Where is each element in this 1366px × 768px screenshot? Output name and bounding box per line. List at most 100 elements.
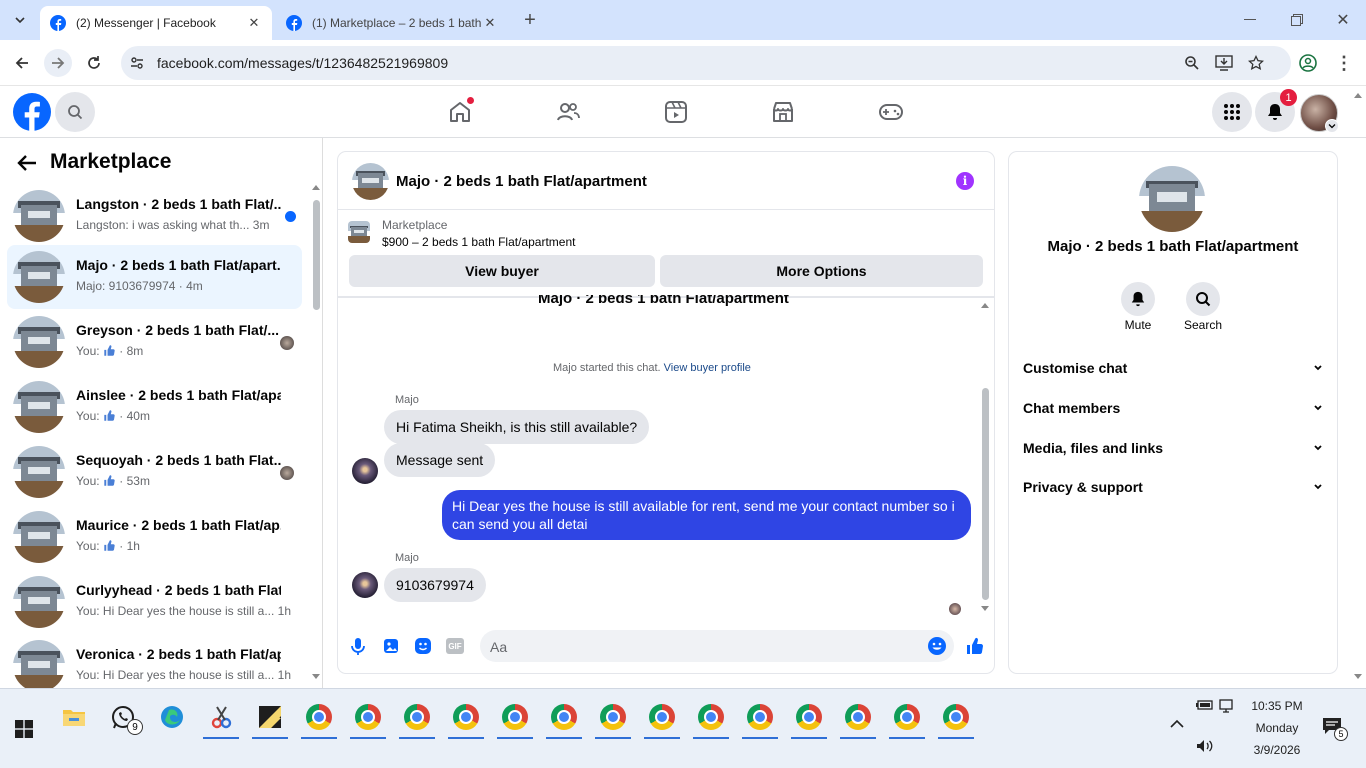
chat-scrollbar[interactable] (982, 388, 989, 600)
conversation-item[interactable]: Maurice · 2 beds 1 bath Flat/ap... You: ·… (7, 505, 302, 569)
emoji-icon[interactable] (928, 637, 946, 655)
conversation-info-icon[interactable]: i (956, 172, 974, 190)
clock-day[interactable]: Monday (1244, 721, 1310, 735)
scroll-down-arrow[interactable] (981, 606, 989, 614)
chrome-icon[interactable] (691, 697, 731, 739)
conversation-item[interactable]: Curlyyhead · 2 beds 1 bath Flat/... You: … (7, 570, 302, 634)
site-info-icon[interactable] (129, 55, 145, 71)
video-icon[interactable] (663, 99, 689, 125)
chrome-icon[interactable] (299, 697, 339, 739)
contact-avatar[interactable] (1139, 166, 1205, 232)
message-input[interactable]: Aa (480, 630, 954, 662)
tab-marketplace[interactable]: (1) Marketplace – 2 beds 1 bath ✕ (276, 6, 508, 40)
chrome-icon[interactable] (838, 697, 878, 739)
close-tab-icon[interactable]: ✕ (246, 15, 262, 31)
chrome-icon[interactable] (936, 697, 976, 739)
microphone-icon[interactable] (350, 636, 366, 656)
chrome-icon[interactable] (544, 697, 584, 739)
conversation-item[interactable]: Veronica · 2 beds 1 bath Flat/ap... You: … (7, 634, 302, 688)
marketplace-icon[interactable] (770, 99, 796, 125)
whatsapp-icon[interactable]: 9 (103, 697, 143, 737)
thumbs-up-icon[interactable] (965, 636, 985, 656)
buyer-avatar[interactable] (352, 572, 378, 598)
home-icon[interactable] (447, 97, 474, 125)
back-arrow-icon[interactable] (10, 51, 34, 75)
clock-date[interactable]: 3/9/2026 (1244, 743, 1310, 757)
browser-menu-icon[interactable]: ⋮ (1332, 51, 1356, 75)
conversation-list-scrollbar[interactable] (313, 200, 320, 310)
conversation-item[interactable]: Greyson · 2 beds 1 bath Flat/... You: · 8… (7, 310, 302, 374)
conversation-item[interactable]: Ainslee · 2 beds 1 bath Flat/apa... You: … (7, 375, 302, 439)
zoom-icon[interactable] (1183, 54, 1201, 72)
incoming-message[interactable]: Message sent (384, 443, 496, 477)
incoming-message[interactable]: 9103679974 (384, 568, 486, 602)
outgoing-message[interactable]: Hi Dear yes the house is still available… (442, 490, 971, 540)
page-scroll-down-arrow[interactable] (1354, 674, 1362, 682)
notifications-bell-icon[interactable]: 1 (1255, 89, 1297, 132)
scroll-down-arrow[interactable] (312, 674, 320, 682)
forward-arrow-icon[interactable] (44, 49, 72, 77)
photo-icon[interactable] (382, 637, 400, 655)
chrome-icon[interactable] (642, 697, 682, 739)
volume-icon[interactable] (1196, 739, 1214, 755)
edge-browser-icon[interactable] (152, 697, 192, 737)
listing-price[interactable]: $900 – 2 beds 1 bath Flat/apartment (382, 235, 575, 249)
file-explorer-icon[interactable] (54, 697, 94, 737)
tray-overflow-chevron-icon[interactable] (1170, 719, 1188, 737)
sticky-notes-icon[interactable] (250, 697, 290, 739)
profile-icon[interactable] (1296, 51, 1320, 75)
conversation-item[interactable]: Majo · 2 beds 1 bath Flat/apart... Majo: … (7, 245, 302, 309)
menu-grid-icon[interactable] (1212, 92, 1252, 132)
conversation-item[interactable]: Langston · 2 beds 1 bath Flat/... Langsto… (7, 184, 302, 248)
conversation-item[interactable]: Sequoyah · 2 beds 1 bath Flat... You: · 5… (7, 440, 302, 504)
account-avatar[interactable] (1300, 94, 1339, 133)
incoming-message[interactable]: Hi Fatima Sheikh, is this still availabl… (384, 410, 650, 444)
search-icon[interactable] (55, 92, 95, 132)
chrome-icon[interactable] (887, 697, 927, 739)
bookmark-star-icon[interactable] (1247, 54, 1265, 72)
gif-icon[interactable]: GIF (446, 638, 464, 654)
buyer-avatar[interactable] (352, 458, 378, 484)
new-tab-plus-icon[interactable]: + (518, 8, 542, 32)
action-center-icon[interactable]: 5 (1322, 717, 1348, 741)
reload-icon[interactable] (82, 51, 106, 75)
battery-icon[interactable] (1196, 699, 1214, 713)
chrome-icon[interactable] (593, 697, 633, 739)
restore-window-icon[interactable] (1285, 8, 1309, 32)
close-tab-icon[interactable]: ✕ (482, 15, 498, 31)
tab-messenger[interactable]: (2) Messenger | Facebook ✕ (40, 6, 272, 40)
chrome-icon[interactable] (495, 697, 535, 739)
facebook-logo-icon[interactable] (13, 93, 51, 131)
network-icon[interactable] (1219, 699, 1237, 713)
minimize-window-icon[interactable] (1238, 8, 1262, 32)
clock-time[interactable]: 10:35 PM (1244, 699, 1310, 713)
chat-title[interactable]: Majo · 2 beds 1 bath Flat/apartment (396, 173, 647, 190)
install-app-icon[interactable] (1215, 54, 1233, 72)
listing-thumbnail[interactable] (348, 221, 370, 243)
back-arrow-icon[interactable] (16, 152, 40, 176)
gaming-icon[interactable] (877, 99, 905, 125)
view-buyer-button[interactable]: View buyer (349, 255, 655, 287)
close-window-icon[interactable]: ✕ (1331, 8, 1355, 32)
chat-listing-avatar[interactable] (352, 163, 389, 200)
snipping-tool-icon[interactable] (201, 697, 241, 739)
more-options-button[interactable]: More Options (660, 255, 983, 287)
address-bar[interactable]: facebook.com/messages/t/1236482521969809 (121, 46, 1291, 80)
windows-start-icon[interactable] (4, 709, 44, 749)
page-scroll-up-arrow[interactable] (1354, 92, 1362, 100)
privacy-support-section[interactable]: Privacy & support (1023, 475, 1323, 499)
friends-icon[interactable] (555, 99, 581, 125)
mute-bell-icon[interactable] (1121, 282, 1155, 316)
chrome-icon[interactable] (348, 697, 388, 739)
tab-search-chevron-icon[interactable] (8, 8, 32, 32)
customise-chat-section[interactable]: Customise chat (1023, 356, 1323, 380)
chat-members-section[interactable]: Chat members (1023, 396, 1323, 420)
media-files-links-section[interactable]: Media, files and links (1023, 436, 1323, 460)
chrome-icon[interactable] (789, 697, 829, 739)
view-buyer-profile-link[interactable]: View buyer profile (664, 362, 751, 374)
scroll-up-arrow[interactable] (312, 184, 320, 194)
search-conversation-icon[interactable] (1186, 282, 1220, 316)
scroll-up-arrow[interactable] (981, 302, 989, 310)
chrome-icon[interactable] (740, 697, 780, 739)
chrome-icon[interactable] (446, 697, 486, 739)
